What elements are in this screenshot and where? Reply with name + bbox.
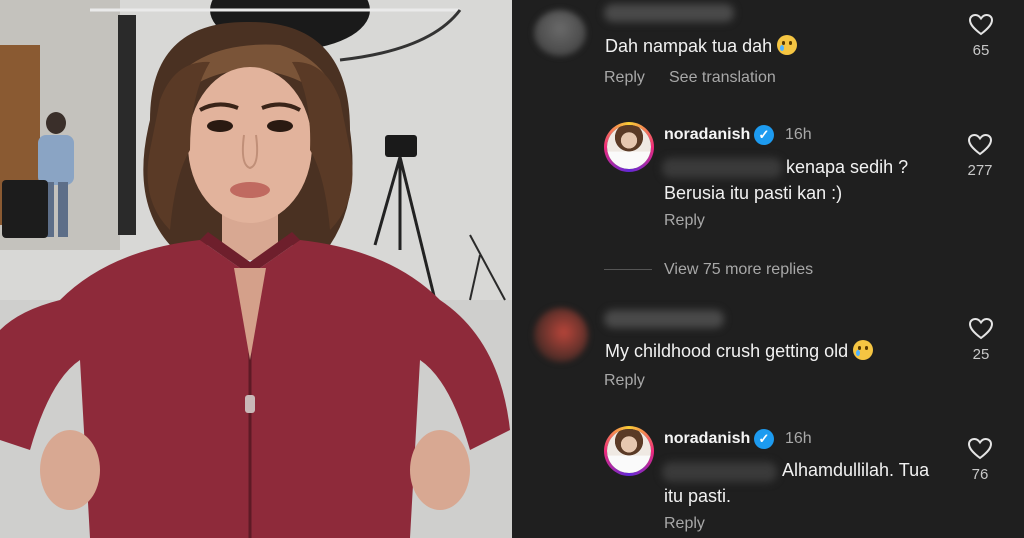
verified-badge-icon: ✓ [754, 125, 774, 145]
like-count: 277 [967, 162, 993, 179]
profile-picture [607, 429, 651, 473]
comment-text: My childhood crush getting old [605, 338, 874, 364]
reply-text-line2: itu pasti. [664, 486, 732, 506]
heart-icon[interactable] [969, 318, 993, 340]
reply-timestamp: 16h [785, 126, 812, 143]
like-count: 65 [972, 42, 990, 59]
commenter-username-blurred[interactable] [604, 310, 724, 328]
like-control[interactable]: 76 [965, 438, 995, 483]
reply-text-line2: Berusia itu pasti kan :) [664, 183, 843, 203]
like-control[interactable]: 25 [966, 318, 996, 363]
commenter-avatar[interactable] [534, 308, 588, 362]
smiling-face-with-tear-icon [853, 340, 874, 360]
mention-blurred[interactable] [662, 158, 782, 178]
see-translation-button[interactable]: See translation [669, 69, 776, 87]
thread-divider [604, 269, 652, 270]
reply-author-username[interactable]: noradanish [664, 430, 750, 448]
view-more-replies-button[interactable]: View 75 more replies [664, 261, 813, 279]
verified-badge-icon: ✓ [754, 429, 774, 449]
reply-author-avatar[interactable] [604, 122, 654, 172]
comments-panel: Dah nampak tua dah Reply See translation… [512, 0, 1024, 538]
like-control[interactable]: 277 [965, 134, 995, 179]
reply-button[interactable]: Reply [664, 515, 705, 533]
reply-timestamp: 16h [785, 430, 812, 447]
comment-text: Dah nampak tua dah [605, 33, 798, 59]
heart-icon[interactable] [968, 134, 992, 156]
reply-author-avatar[interactable] [604, 426, 654, 476]
reply-author-username[interactable]: noradanish [664, 126, 750, 144]
portrait-illustration [0, 0, 512, 538]
reply-text-line1: kenapa sedih ? [786, 157, 909, 177]
reply-text-line1: Alhamdullilah. Tua [782, 460, 930, 480]
heart-icon[interactable] [969, 14, 993, 36]
reply-button[interactable]: Reply [604, 69, 645, 87]
commenter-username-blurred[interactable] [604, 4, 734, 22]
reply-button[interactable]: Reply [604, 372, 645, 390]
commenter-avatar[interactable] [534, 10, 586, 56]
like-count: 76 [971, 466, 989, 483]
like-control[interactable]: 65 [966, 14, 996, 59]
crying-face-icon [777, 35, 798, 55]
profile-picture [607, 125, 651, 169]
reply-button[interactable]: Reply [664, 212, 705, 230]
heart-icon[interactable] [968, 438, 992, 460]
post-photo [0, 0, 512, 538]
like-count: 25 [972, 346, 990, 363]
mention-blurred[interactable] [662, 462, 777, 482]
